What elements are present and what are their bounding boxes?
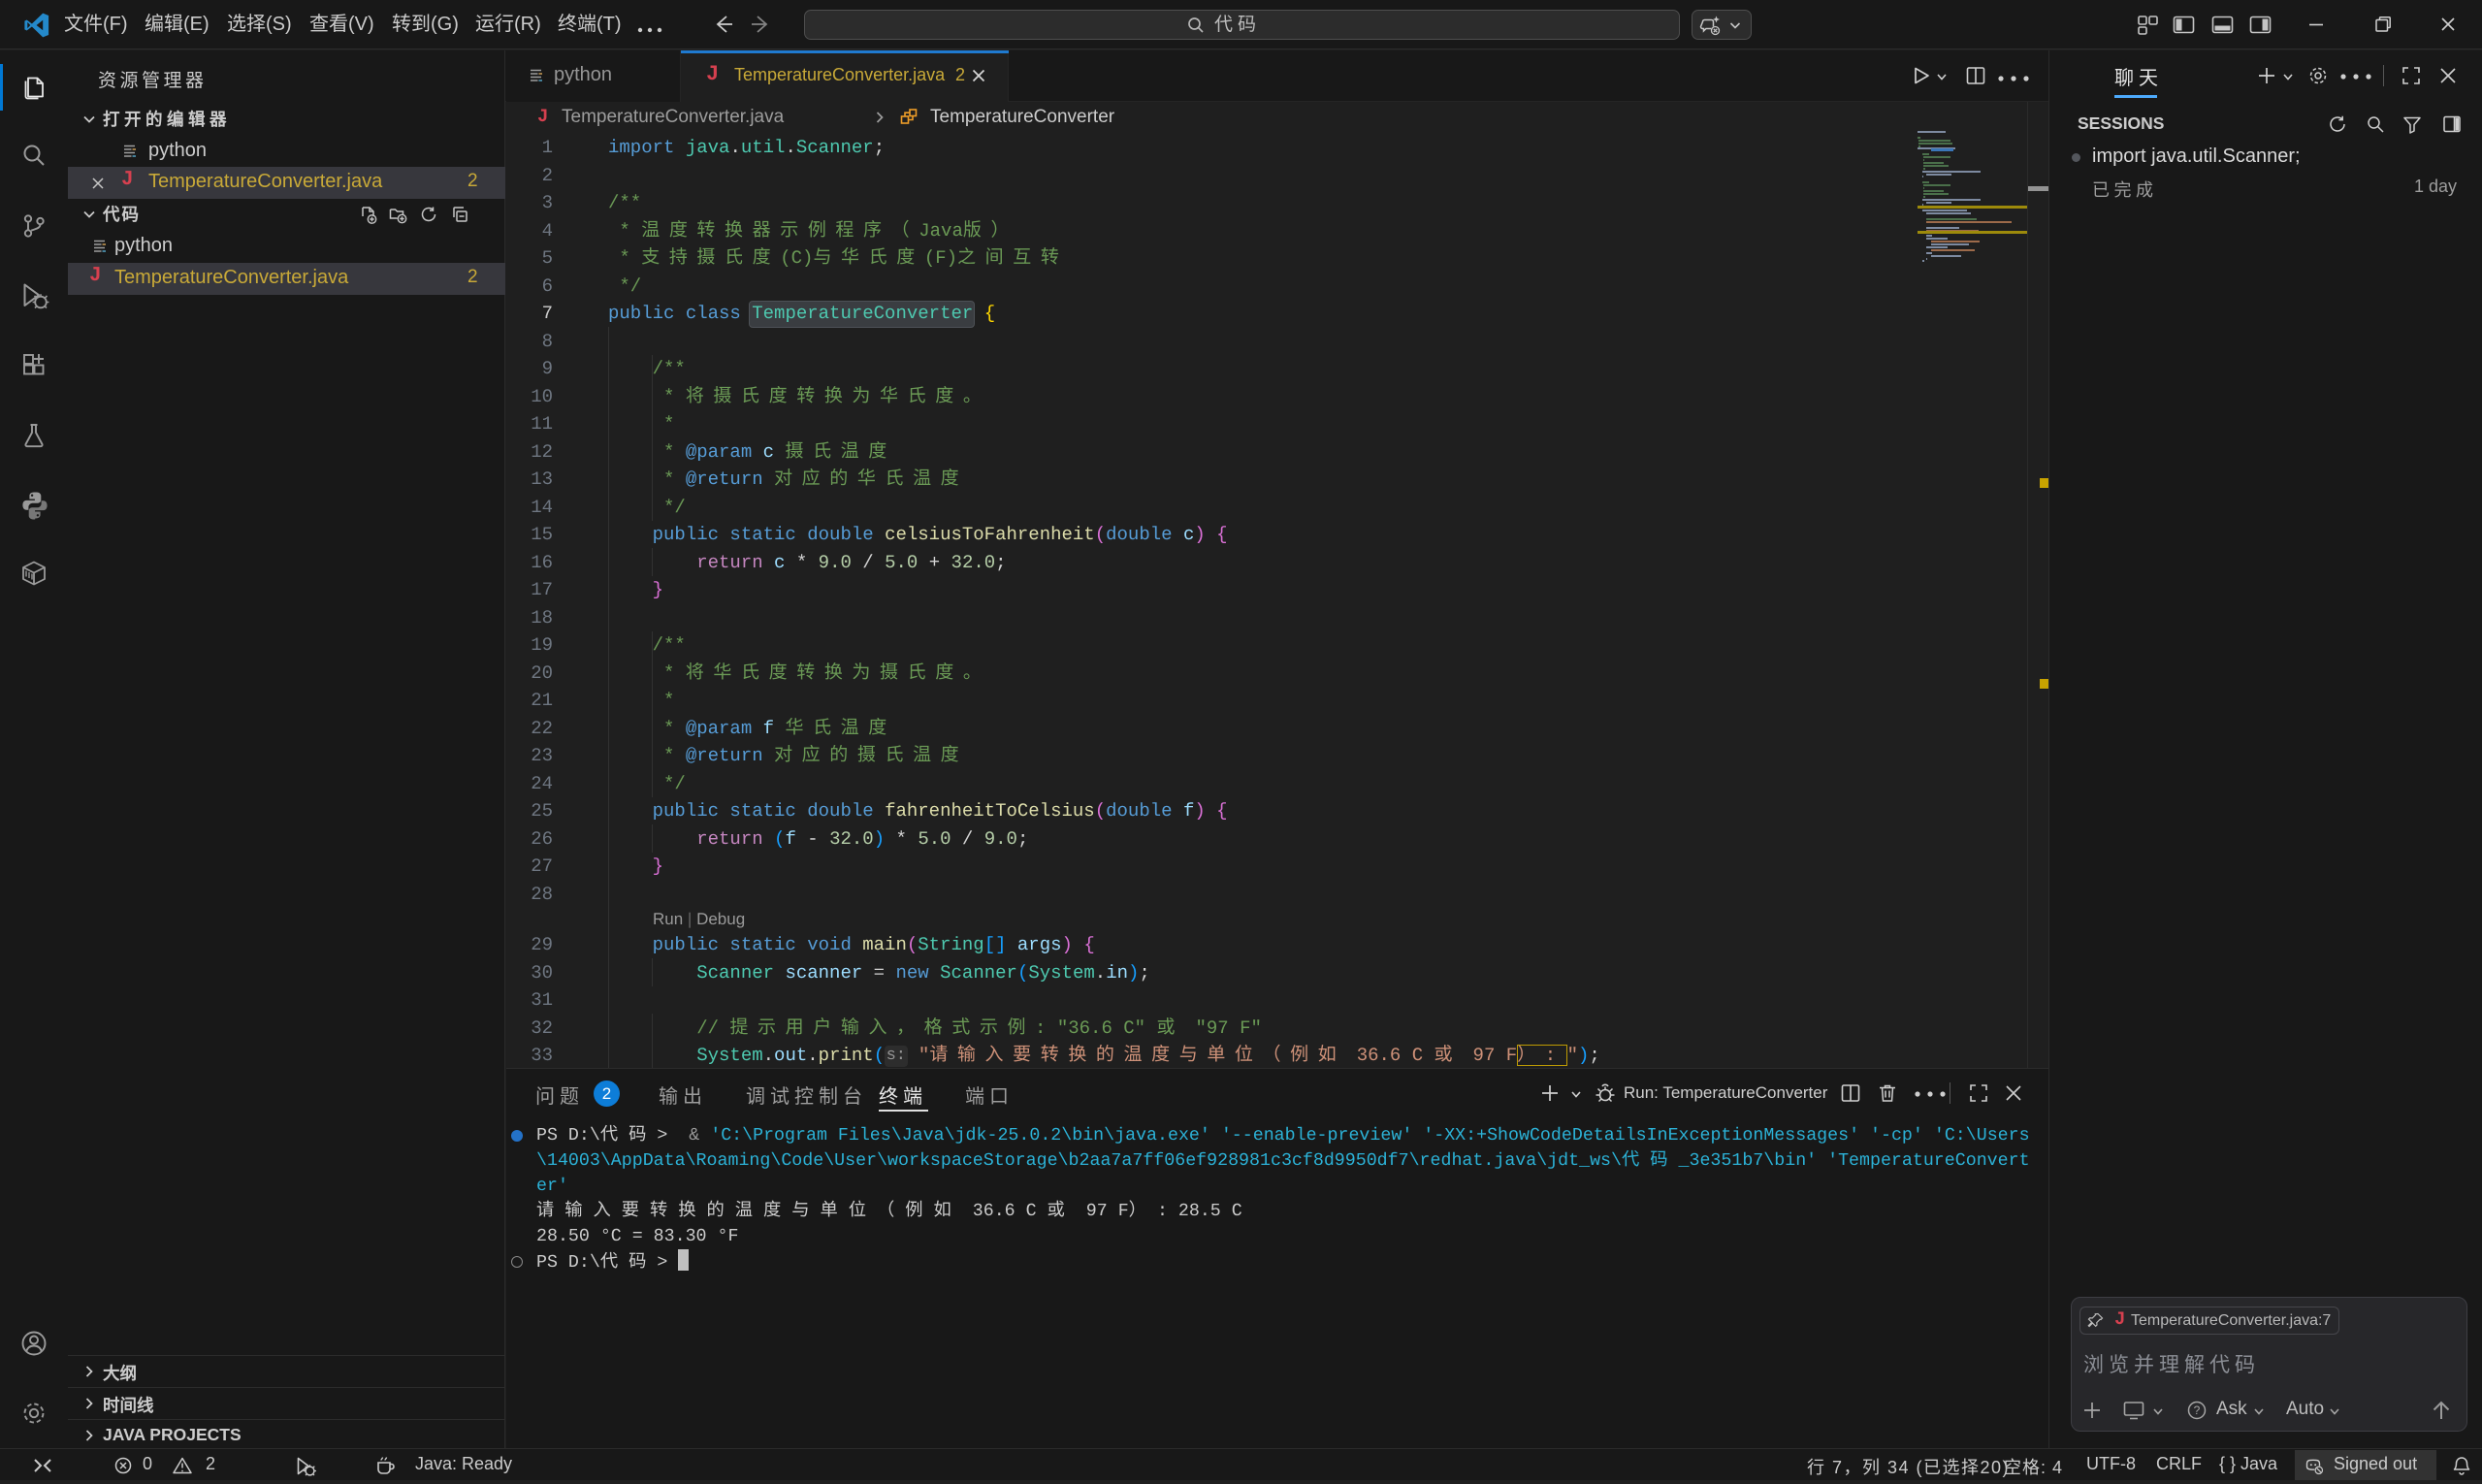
svg-text:?: ? [2194,1403,2201,1417]
